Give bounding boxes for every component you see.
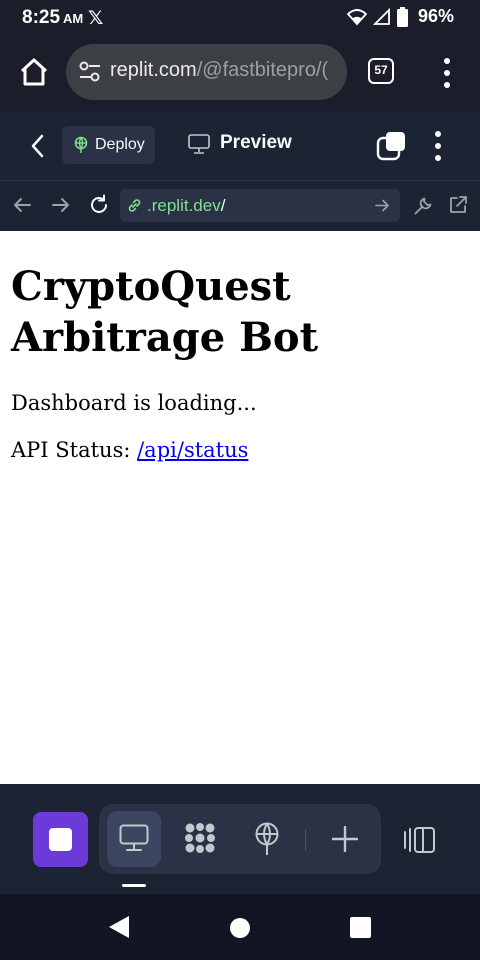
monitor-icon: [188, 134, 210, 154]
preview-url-text: .replit.dev/: [147, 196, 225, 216]
chevron-left-icon[interactable]: [28, 133, 48, 159]
deploy-icon: [74, 136, 88, 153]
battery-icon: [396, 6, 408, 27]
go-icon[interactable]: [375, 198, 390, 213]
signal-icon: [372, 7, 390, 25]
preview-url-host: .replit.dev: [147, 196, 221, 215]
replit-header: Deploy Preview: [0, 111, 480, 181]
tab-count: 57: [374, 63, 388, 77]
browser-toolbar: replit.com/@fastbitepro/( 57: [0, 36, 480, 111]
wifi-icon: [346, 8, 367, 25]
android-nav-bar: [0, 894, 480, 960]
windows-icon[interactable]: [376, 131, 406, 161]
url-path: /@fastbitepro/(: [196, 59, 329, 81]
tab-switcher-button[interactable]: 57: [368, 58, 394, 84]
link-icon: [128, 199, 141, 212]
more-vert-icon[interactable]: [428, 129, 448, 163]
reload-icon[interactable]: [88, 194, 110, 216]
page-title: CryptoQuest Arbitrage Bot: [11, 263, 319, 361]
webview-tool-button[interactable]: [107, 811, 161, 867]
webview-icon: [119, 824, 149, 851]
deploy-tool-icon[interactable]: [253, 822, 281, 856]
preview-url-field[interactable]: .replit.dev/: [120, 189, 400, 222]
arrow-back-icon[interactable]: [12, 195, 32, 215]
home-icon[interactable]: [18, 56, 50, 88]
battery-percent: 96%: [417, 6, 454, 26]
deploy-label: Deploy: [95, 136, 145, 153]
more-vert-icon[interactable]: [437, 56, 457, 90]
deploy-button[interactable]: Deploy: [62, 126, 155, 164]
preview-url-path: /: [220, 196, 226, 215]
stop-icon: [49, 828, 72, 851]
loading-text: Dashboard is loading...: [11, 391, 257, 415]
x-logo-icon: 𝕏: [88, 8, 104, 29]
address-bar[interactable]: replit.com/@fastbitepro/(: [66, 44, 347, 100]
replit-dock: [0, 784, 480, 894]
site-settings-icon[interactable]: [78, 60, 102, 84]
address-text: replit.com/@fastbitepro/(: [110, 59, 328, 82]
status-bar: 8:25 AM 𝕏 96%: [0, 0, 480, 36]
tool-divider: [305, 829, 306, 851]
plus-icon[interactable]: [332, 826, 358, 852]
status-ampm: AM: [63, 11, 84, 26]
api-status-line: API Status: /api/status: [11, 438, 248, 462]
active-tool-indicator: [122, 884, 146, 887]
preview-label: Preview: [220, 132, 292, 153]
split-view-icon[interactable]: [403, 826, 437, 854]
stop-button[interactable]: [33, 812, 88, 867]
nav-recents-icon[interactable]: [350, 917, 371, 938]
api-status-link[interactable]: /api/status: [137, 438, 248, 462]
status-icons: 96%: [346, 6, 454, 27]
arrow-forward-icon[interactable]: [51, 195, 71, 215]
url-host: replit.com: [110, 59, 197, 81]
status-time: 8:25 AM: [22, 7, 83, 29]
api-status-label: API Status:: [11, 438, 138, 462]
status-time-value: 8:25: [22, 7, 61, 28]
tool-group: [99, 804, 381, 874]
wrench-icon[interactable]: [412, 195, 434, 217]
open-external-icon[interactable]: [448, 195, 468, 215]
nav-back-icon[interactable]: [108, 915, 130, 939]
workflows-icon[interactable]: [183, 821, 217, 855]
preview-url-bar: .replit.dev/: [0, 181, 480, 231]
nav-home-icon[interactable]: [230, 918, 250, 938]
webview-content: CryptoQuest Arbitrage Bot Dashboard is l…: [0, 231, 480, 784]
